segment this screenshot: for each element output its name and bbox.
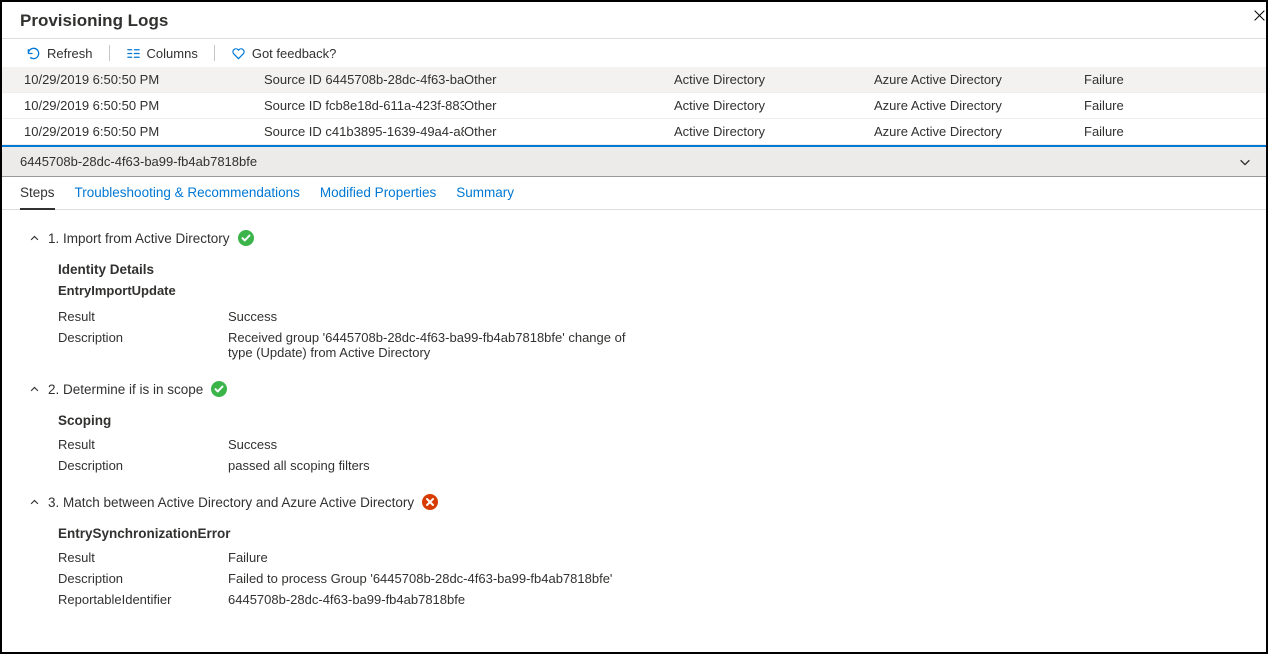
failure-icon: [422, 494, 438, 510]
cell-status: Failure: [1084, 98, 1244, 113]
cell-action: Other: [464, 98, 674, 113]
result-label: Result: [58, 550, 228, 565]
columns-label: Columns: [147, 46, 198, 61]
description-label: Description: [58, 330, 228, 360]
step-1-header[interactable]: 1. Import from Active Directory: [28, 222, 1246, 252]
chevron-up-icon[interactable]: [28, 497, 40, 508]
chevron-up-icon[interactable]: [28, 384, 40, 395]
step-3-header[interactable]: 3. Match between Active Directory and Az…: [28, 486, 1246, 516]
cell-status: Failure: [1084, 72, 1244, 87]
result-value: Success: [228, 437, 648, 452]
cell-source: Active Directory: [674, 72, 874, 87]
step-3-body: EntrySynchronizationError Result Failure…: [28, 516, 1246, 610]
toolbar-separator: [109, 45, 110, 61]
cell-target: Azure Active Directory: [874, 124, 1084, 139]
description-value: Received group '6445708b-28dc-4f63-ba99-…: [228, 330, 648, 360]
toolbar: Refresh Columns Got feedback?: [2, 39, 1266, 67]
description-label: Description: [58, 571, 228, 586]
tab-steps[interactable]: Steps: [20, 185, 55, 210]
kv-row: Description Failed to process Group '644…: [58, 568, 1246, 589]
description-label: Description: [58, 458, 228, 473]
kv-row: Description Received group '6445708b-28d…: [58, 327, 1246, 363]
cell-target: Azure Active Directory: [874, 72, 1084, 87]
refresh-label: Refresh: [47, 46, 93, 61]
refresh-button[interactable]: Refresh: [20, 46, 99, 61]
cell-source-id: Source ID fcb8e18d-611a-423f-8838-b9d: [264, 98, 464, 113]
result-value: Failure: [228, 550, 648, 565]
success-icon: [211, 381, 227, 397]
description-value: Failed to process Group '6445708b-28dc-4…: [228, 571, 648, 586]
step-1-body: Identity Details EntryImportUpdate Resul…: [28, 252, 1246, 373]
scoping-heading: Scoping: [58, 413, 1246, 428]
columns-icon: [126, 46, 141, 61]
page-title: Provisioning Logs: [20, 11, 168, 30]
feedback-button[interactable]: Got feedback?: [225, 46, 343, 61]
detail-tabs: Steps Troubleshooting & Recommendations …: [2, 177, 1266, 210]
cell-source: Active Directory: [674, 98, 874, 113]
description-value: passed all scoping filters: [228, 458, 648, 473]
detail-id: 6445708b-28dc-4f63-ba99-fb4ab7818bfe: [20, 154, 257, 169]
steps-content: 1. Import from Active Directory Identity…: [2, 210, 1266, 610]
cell-source: Active Directory: [674, 124, 874, 139]
cell-source-id: Source ID 6445708b-28dc-4f63-ba99-fb4: [264, 72, 464, 87]
cell-date: 10/29/2019 6:50:50 PM: [24, 124, 264, 139]
detail-header[interactable]: 6445708b-28dc-4f63-ba99-fb4ab7818bfe: [2, 145, 1266, 177]
table-row[interactable]: 10/29/2019 6:50:50 PM Source ID 6445708b…: [2, 67, 1266, 93]
result-value: Success: [228, 309, 648, 324]
cell-target: Azure Active Directory: [874, 98, 1084, 113]
step-3-title: 3. Match between Active Directory and Az…: [48, 495, 414, 510]
tab-modified-properties[interactable]: Modified Properties: [320, 185, 436, 209]
result-label: Result: [58, 437, 228, 452]
page-header: Provisioning Logs: [2, 2, 1266, 39]
chevron-down-icon[interactable]: [1238, 155, 1252, 172]
entry-sync-error-heading: EntrySynchronizationError: [58, 526, 1246, 541]
tab-troubleshooting[interactable]: Troubleshooting & Recommendations: [75, 185, 300, 209]
toolbar-separator: [214, 45, 215, 61]
table-row[interactable]: 10/29/2019 6:50:50 PM Source ID fcb8e18d…: [2, 93, 1266, 119]
result-label: Result: [58, 309, 228, 324]
heart-icon: [231, 46, 246, 61]
step-2-body: Scoping Result Success Description passe…: [28, 403, 1246, 486]
log-table: 10/29/2019 6:50:50 PM Source ID 6445708b…: [2, 67, 1266, 145]
refresh-icon: [26, 46, 41, 61]
kv-row: Result Failure: [58, 547, 1246, 568]
cell-status: Failure: [1084, 124, 1244, 139]
table-row[interactable]: 10/29/2019 6:50:50 PM Source ID c41b3895…: [2, 119, 1266, 145]
cell-date: 10/29/2019 6:50:50 PM: [24, 98, 264, 113]
columns-button[interactable]: Columns: [120, 46, 204, 61]
reportable-id-label: ReportableIdentifier: [58, 592, 228, 607]
entry-import-heading: EntryImportUpdate: [58, 283, 1246, 298]
identity-details-heading: Identity Details: [58, 262, 1246, 277]
chevron-up-icon[interactable]: [28, 233, 40, 244]
cell-source-id: Source ID c41b3895-1639-49a4-a8ea-466: [264, 124, 464, 139]
kv-row: Result Success: [58, 434, 1246, 455]
cell-action: Other: [464, 124, 674, 139]
kv-row: Description passed all scoping filters: [58, 455, 1246, 476]
kv-row: Result Success: [58, 306, 1246, 327]
step-2-header[interactable]: 2. Determine if is in scope: [28, 373, 1246, 403]
step-1-title: 1. Import from Active Directory: [48, 231, 230, 246]
cell-date: 10/29/2019 6:50:50 PM: [24, 72, 264, 87]
feedback-label: Got feedback?: [252, 46, 337, 61]
step-2-title: 2. Determine if is in scope: [48, 382, 203, 397]
tab-summary[interactable]: Summary: [456, 185, 514, 209]
close-icon[interactable]: [1253, 6, 1266, 27]
success-icon: [238, 230, 254, 246]
cell-action: Other: [464, 72, 674, 87]
kv-row: ReportableIdentifier 6445708b-28dc-4f63-…: [58, 589, 1246, 610]
reportable-id-value: 6445708b-28dc-4f63-ba99-fb4ab7818bfe: [228, 592, 648, 607]
